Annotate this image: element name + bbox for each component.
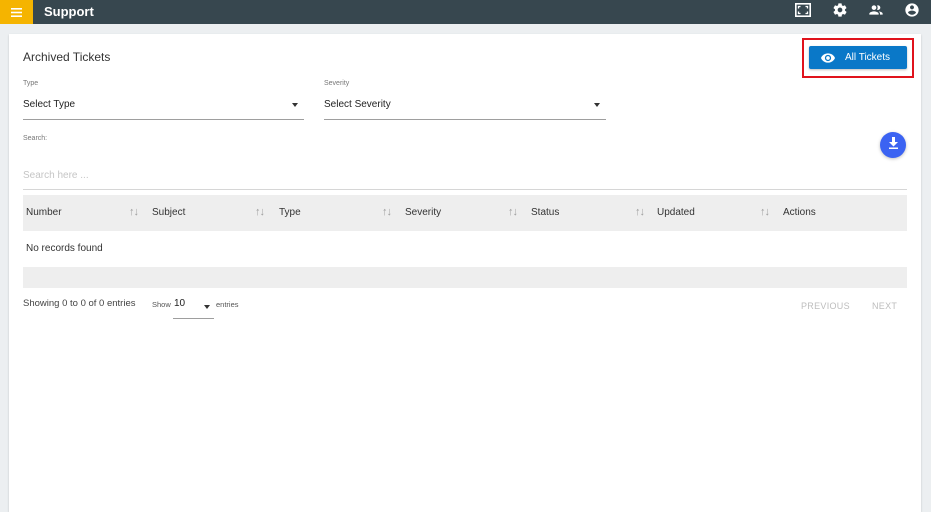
table-info: Showing 0 to 0 of 0 entries [23,298,136,309]
fullscreen-icon [795,2,811,22]
caret-down-icon [594,103,600,107]
column-header-severity[interactable]: Severity ↑↓ [402,195,528,231]
entries-label: entries [216,300,239,309]
download-button[interactable] [880,132,906,158]
severity-label: Severity [324,80,350,87]
menu-button[interactable] [0,0,33,24]
archived-tickets-card: Archived Tickets All Tickets Type Select… [9,34,921,512]
column-header-subject[interactable]: Subject ↑↓ [149,195,276,231]
column-label: Subject [152,207,186,218]
table-header: Number ↑↓ Subject ↑↓ Type ↑↓ Severity ↑↓… [23,195,907,231]
sort-icon: ↑↓ [382,206,392,218]
page-title: Archived Tickets [23,50,111,64]
all-tickets-label: All Tickets [845,52,891,63]
next-button[interactable]: NEXT [872,301,897,311]
column-label: Type [279,207,301,218]
caret-down-icon [204,305,210,309]
sort-icon: ↑↓ [635,206,645,218]
type-label: Type [23,80,39,87]
column-header-actions: Actions [780,195,907,231]
column-header-type[interactable]: Type ↑↓ [276,195,402,231]
column-label: Actions [783,207,816,218]
users-icon [868,2,884,23]
column-label: Updated [657,207,695,218]
severity-select[interactable]: Select Severity [324,94,606,120]
severity-select-value: Select Severity [324,99,391,110]
fullscreen-button[interactable] [794,2,812,22]
sort-icon: ↑↓ [255,206,265,218]
empty-message: No records found [26,243,103,254]
column-label: Status [531,207,560,218]
column-label: Number [26,207,62,218]
settings-button[interactable] [831,2,849,23]
search-label: Search: [23,135,48,142]
table-footer [23,267,907,288]
column-header-status[interactable]: Status ↑↓ [528,195,654,231]
sort-icon: ↑↓ [129,206,139,218]
menu-icon [11,7,22,17]
type-select[interactable]: Select Type [23,94,304,120]
sort-icon: ↑↓ [508,206,518,218]
sort-icon: ↑↓ [760,206,770,218]
users-button[interactable] [867,3,885,21]
eye-icon [821,52,835,63]
account-button[interactable] [903,2,921,23]
table-row: No records found [23,231,907,267]
type-select-value: Select Type [23,99,76,110]
search-input[interactable] [23,162,907,190]
column-header-number[interactable]: Number ↑↓ [23,195,149,231]
caret-down-icon [292,103,298,107]
column-label: Severity [405,207,442,218]
top-bar: Support [0,0,931,24]
page-length-value: 10 [174,298,186,309]
show-label: Show [152,300,171,309]
settings-icon [832,2,848,23]
previous-button[interactable]: PREVIOUS [801,301,850,311]
download-icon [888,136,899,154]
column-header-updated[interactable]: Updated ↑↓ [654,195,780,231]
account-icon [904,2,920,23]
app-title: Support [44,4,94,19]
all-tickets-button[interactable]: All Tickets [809,46,907,69]
page-length-select[interactable]: 10 [173,296,214,319]
tickets-table: Number ↑↓ Subject ↑↓ Type ↑↓ Severity ↑↓… [23,195,907,288]
